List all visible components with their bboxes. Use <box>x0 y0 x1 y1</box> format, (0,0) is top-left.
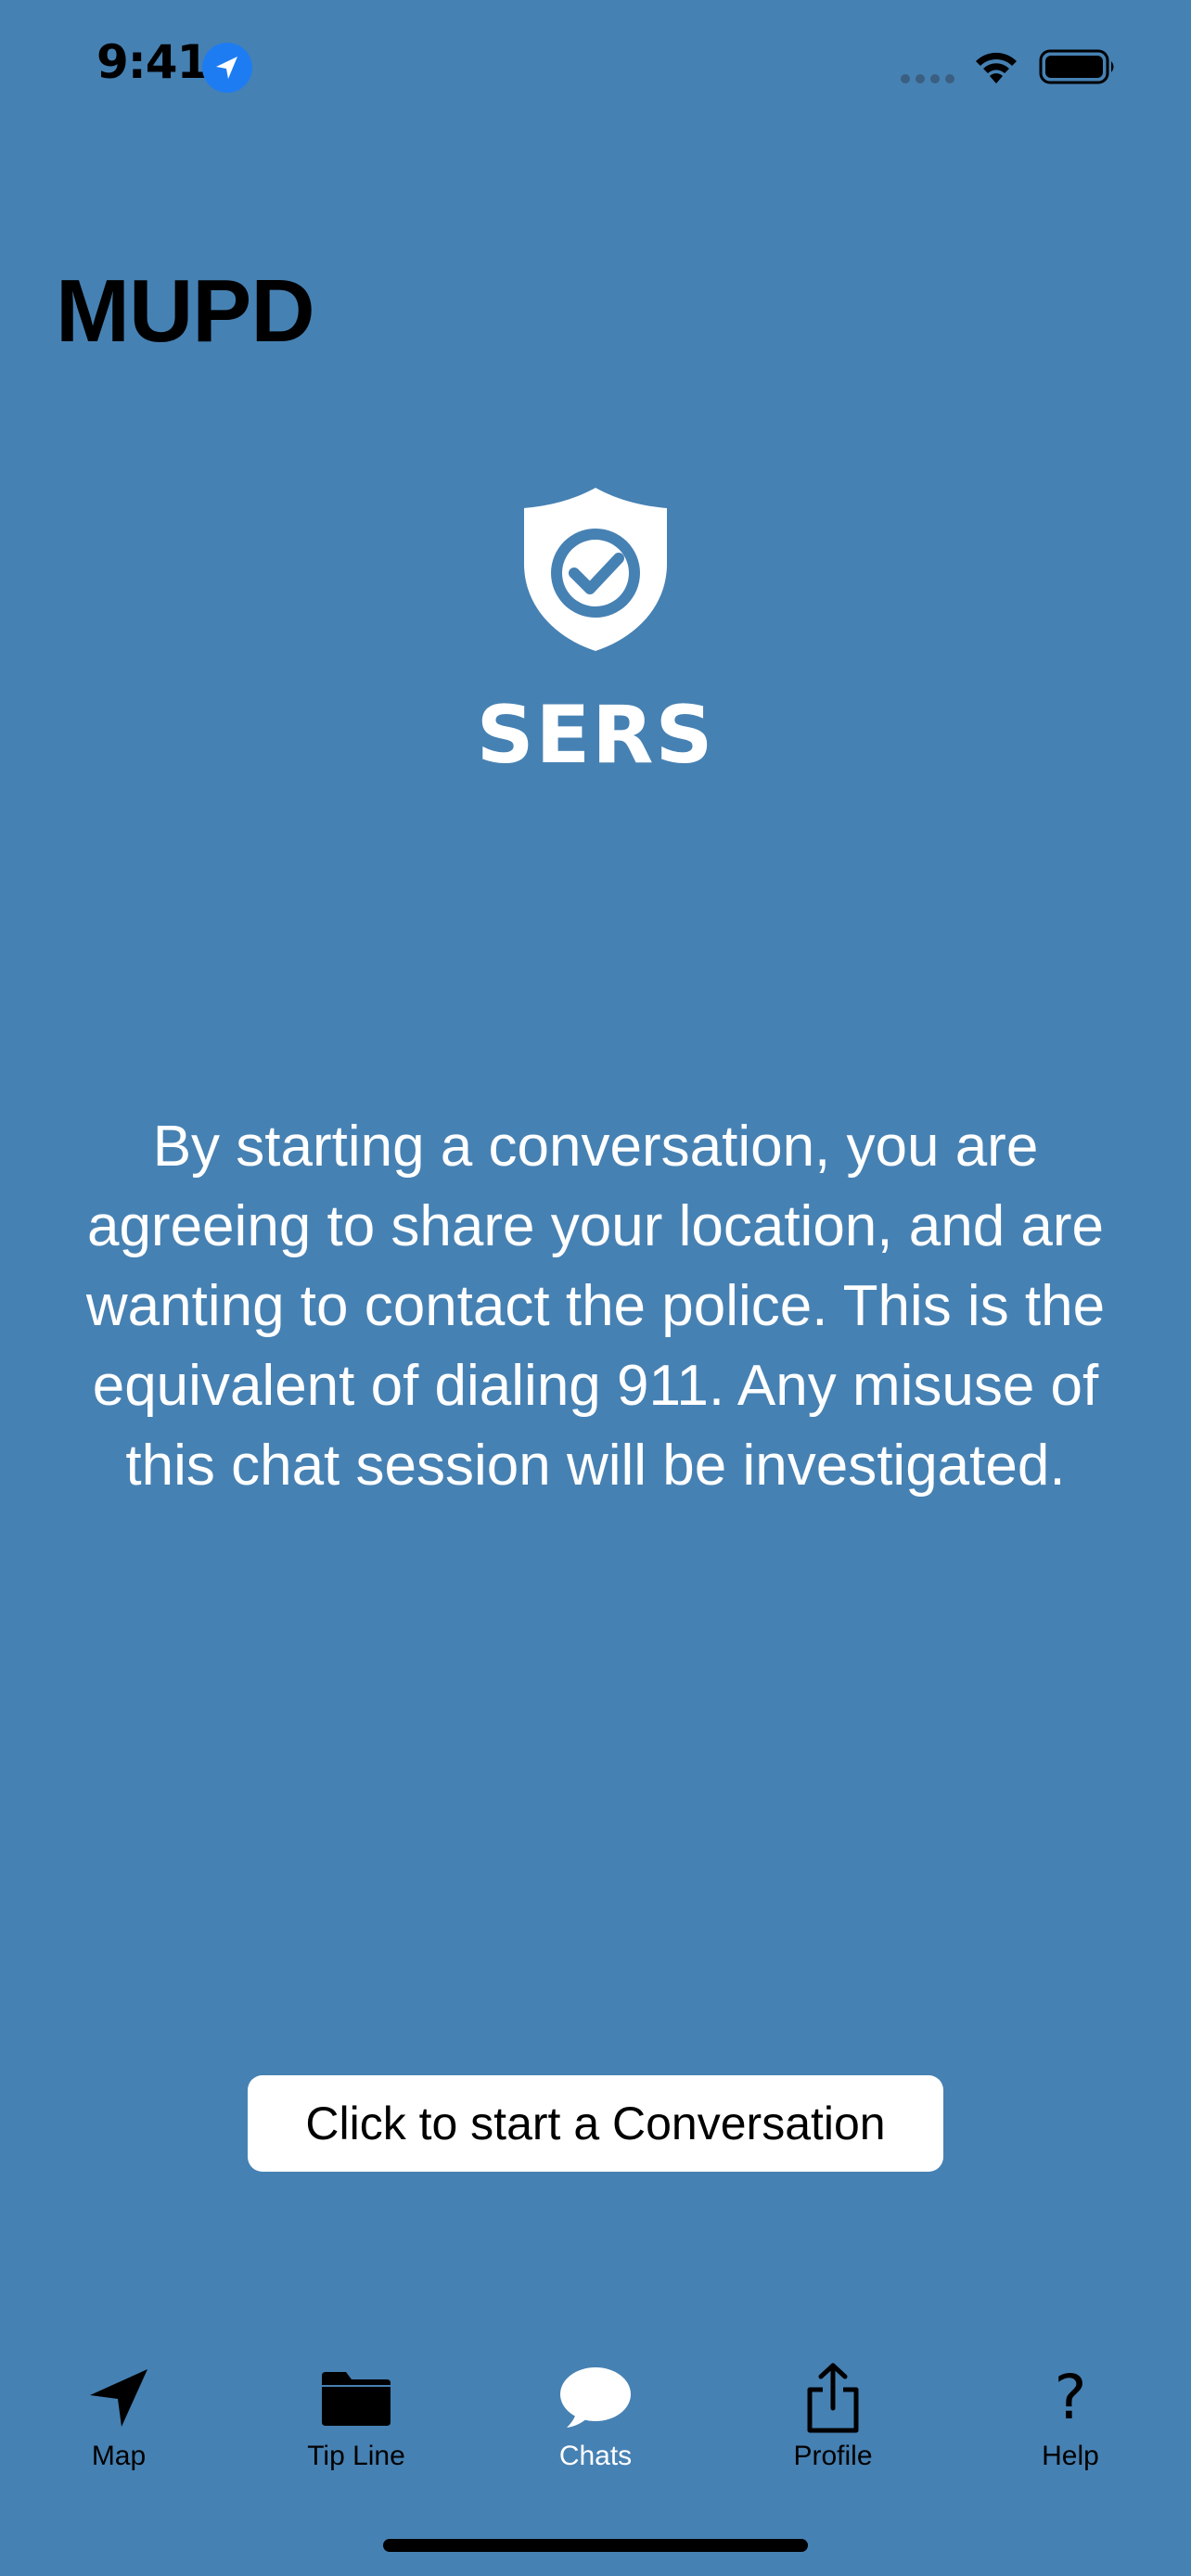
question-mark-icon: ? <box>1054 2362 1087 2433</box>
tab-bar: Map Tip Line Chats Profile ? Help <box>0 2346 1191 2494</box>
location-services-icon <box>202 43 252 93</box>
page-title: MUPD <box>56 261 315 361</box>
tab-profile-label: Profile <box>793 2441 873 2471</box>
tab-chats-label: Chats <box>558 2441 633 2471</box>
cellular-signal-icon <box>900 72 957 83</box>
chat-start-screen: 9:41 MUPD SERS By starting a conversatio… <box>0 0 1191 2576</box>
status-time: 9:41 <box>96 35 209 89</box>
navigation-arrow-icon <box>80 2363 158 2433</box>
tab-help[interactable]: ? Help <box>978 2346 1163 2494</box>
logo-text: SERS <box>476 689 715 782</box>
start-conversation-button[interactable]: Click to start a Conversation <box>248 2075 943 2172</box>
tab-help-label: Help <box>1042 2441 1099 2471</box>
shield-check-icon <box>519 484 672 655</box>
battery-icon <box>1039 48 1117 85</box>
tab-profile[interactable]: Profile <box>740 2346 926 2494</box>
tab-tip-line[interactable]: Tip Line <box>263 2346 449 2494</box>
home-indicator[interactable] <box>383 2539 808 2552</box>
disclaimer-text: By starting a conversation, you are agre… <box>85 1115 1106 1498</box>
sers-logo: SERS <box>419 456 772 809</box>
folder-icon <box>317 2363 395 2433</box>
status-bar: 9:41 <box>0 0 1191 130</box>
tab-map[interactable]: Map <box>26 2346 211 2494</box>
tab-tip-line-label: Tip Line <box>307 2441 405 2471</box>
tab-map-label: Map <box>91 2441 147 2471</box>
tab-chats[interactable]: Chats <box>503 2346 688 2494</box>
chat-bubble-icon <box>557 2363 634 2433</box>
share-icon <box>794 2363 872 2433</box>
wifi-icon <box>972 48 1020 85</box>
